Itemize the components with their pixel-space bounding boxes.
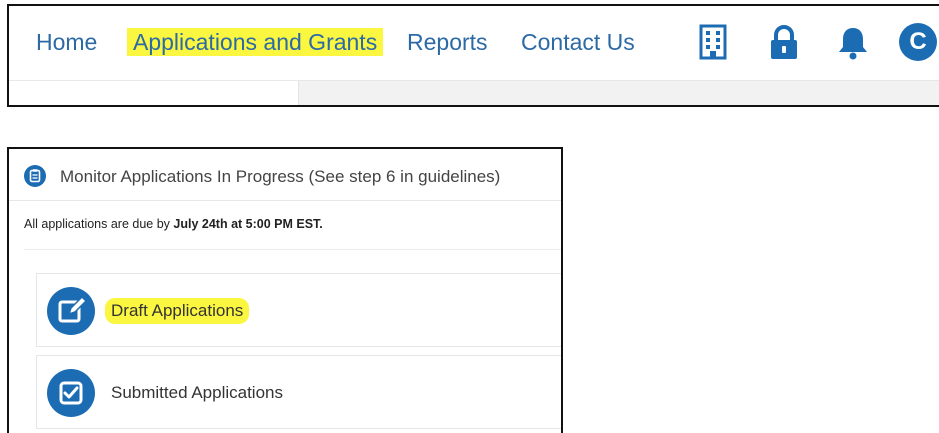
- card-title: Monitor Applications In Progress (See st…: [60, 167, 501, 186]
- due-date-notice: All applications are due by July 24th at…: [24, 217, 323, 231]
- checkbox-icon: [47, 369, 95, 417]
- bell-icon[interactable]: [835, 24, 871, 60]
- nav-link-home[interactable]: Home: [36, 28, 97, 56]
- edit-icon: [47, 287, 95, 335]
- building-icon[interactable]: [695, 24, 731, 60]
- submitted-applications-label[interactable]: Submitted Applications: [111, 383, 283, 403]
- draft-applications-label[interactable]: Draft Applications: [105, 298, 250, 324]
- clipboard-icon: [24, 165, 46, 187]
- due-date-value: July 24th at 5:00 PM EST.: [173, 217, 323, 231]
- submitted-applications-item[interactable]: Submitted Applications: [36, 355, 561, 429]
- sub-bar-right: [299, 80, 939, 105]
- divider: [24, 249, 561, 250]
- nav-link-reports[interactable]: Reports: [407, 28, 488, 56]
- monitor-applications-card: Monitor Applications In Progress (See st…: [7, 147, 563, 433]
- draft-applications-item[interactable]: Draft Applications: [36, 273, 561, 347]
- avatar[interactable]: C: [899, 23, 937, 61]
- nav-bar: Home Applications and Grants Reports Con…: [9, 6, 939, 80]
- lock-icon[interactable]: [766, 24, 802, 60]
- card-header: Monitor Applications In Progress (See st…: [9, 149, 561, 201]
- nav-link-contact-us[interactable]: Contact Us: [521, 28, 635, 56]
- nav-link-applications-and-grants[interactable]: Applications and Grants: [127, 28, 384, 56]
- due-date-prefix: All applications are due by: [24, 217, 174, 231]
- sub-bar-left: [9, 80, 299, 105]
- top-navigation: Home Applications and Grants Reports Con…: [7, 4, 939, 107]
